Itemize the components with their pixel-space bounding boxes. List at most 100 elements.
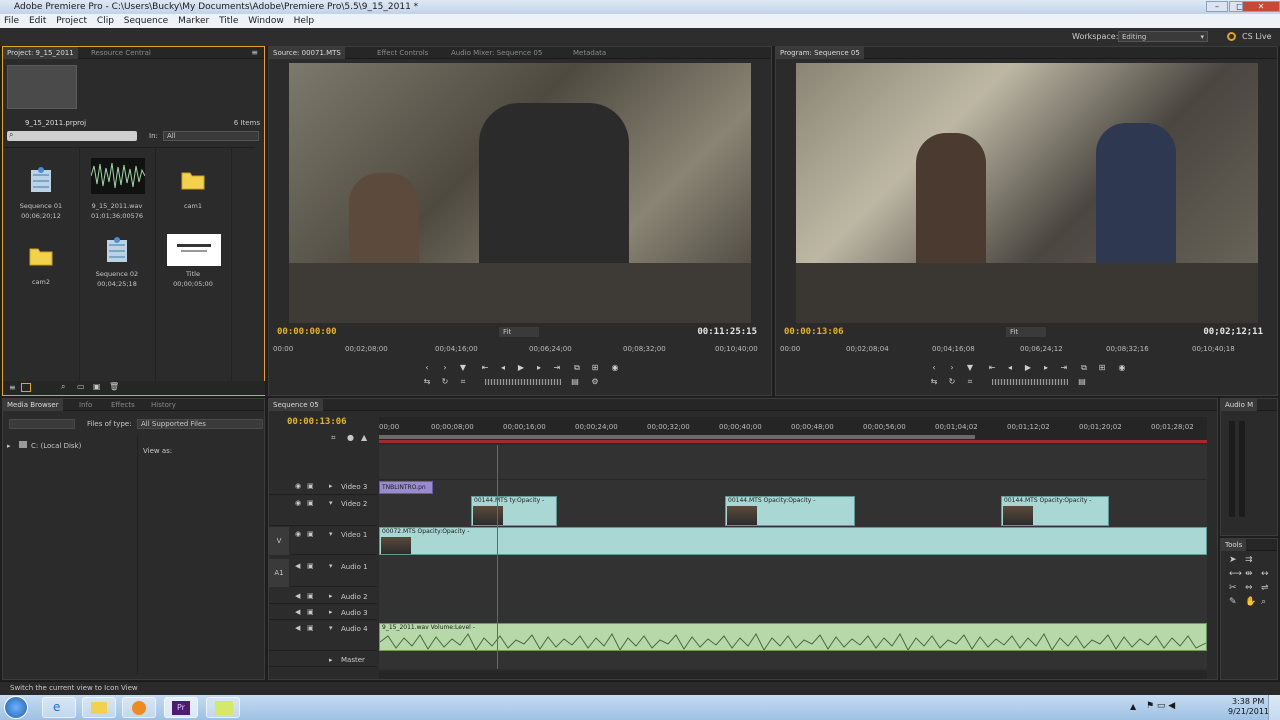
tab-history[interactable]: History	[147, 399, 180, 411]
timeline-ruler[interactable]: 00;00 00;00;08;00 00;00;16;00 00;00;24;0…	[379, 417, 1207, 443]
app-taskbar-icon[interactable]	[206, 697, 240, 718]
expand-triangle-icon[interactable]: ▸	[7, 442, 11, 450]
expand-triangle-icon[interactable]: ▾	[329, 499, 333, 507]
work-area-bar[interactable]	[379, 435, 975, 439]
menu-clip[interactable]: Clip	[97, 16, 114, 26]
eye-icon[interactable]: ◉	[295, 499, 301, 507]
menu-project[interactable]: Project	[56, 16, 87, 26]
title-clip[interactable]: TNBLINTRO.pn	[379, 481, 433, 494]
project-item[interactable]: Title 00;00;05;00	[155, 230, 231, 300]
snap-icon[interactable]: ⌗	[331, 433, 336, 443]
tab-tools[interactable]: Tools	[1221, 539, 1247, 551]
speaker-icon[interactable]: ◀	[295, 592, 300, 600]
play-in-to-out-icon[interactable]: ⇆	[421, 377, 433, 387]
loop-icon[interactable]: ↻	[439, 377, 451, 387]
tray-chevron-icon[interactable]: ▲	[1130, 702, 1136, 711]
go-to-in-icon[interactable]: ⇤	[986, 363, 998, 373]
project-item[interactable]: cam2	[3, 230, 79, 300]
timeline-scrollbar[interactable]	[379, 671, 1207, 679]
search-input[interactable]: ⌕	[7, 130, 137, 141]
menu-help[interactable]: Help	[294, 16, 315, 26]
add-marker-icon[interactable]: ▲	[361, 433, 367, 442]
lock-icon[interactable]: ▣	[307, 608, 314, 616]
new-bin-icon[interactable]: ▭	[77, 382, 85, 391]
close-button[interactable]: ✕	[1242, 1, 1280, 12]
source-patch-v[interactable]: V	[269, 527, 289, 555]
source-time-ruler[interactable]: 00:00 00;02;08;00 00;04;16;00 00;06;24;0…	[269, 341, 771, 355]
audio4-clip[interactable]: 9_15_2011.wav Volume:Level -	[379, 623, 1207, 651]
hand-tool-icon[interactable]: ✋	[1245, 597, 1256, 607]
video2-clip[interactable]: 00144.MTS ty:Opacity -	[471, 496, 557, 526]
lock-icon[interactable]: ▣	[307, 499, 314, 507]
pen-tool-icon[interactable]: ✎	[1229, 597, 1237, 607]
new-item-icon[interactable]: ▣	[93, 382, 101, 391]
menu-sequence[interactable]: Sequence	[124, 16, 168, 26]
mark-in-icon[interactable]: ‹	[421, 363, 433, 373]
slide-tool-icon[interactable]: ⇌	[1261, 583, 1269, 593]
find-icon[interactable]: ⌕	[61, 382, 65, 392]
speaker-icon[interactable]: ◀	[295, 608, 300, 616]
video2-clip[interactable]: 00144.MTS Opacity:Opacity -	[725, 496, 855, 526]
tab-media-browser[interactable]: Media Browser	[3, 399, 63, 411]
play-in-to-out-icon[interactable]: ⇆	[928, 377, 940, 387]
selection-tool-icon[interactable]: ➤	[1229, 555, 1237, 565]
export-frame-icon[interactable]: ◉	[609, 363, 621, 373]
files-of-type-select[interactable]: All Supported Files	[137, 419, 263, 429]
tab-project[interactable]: Project: 9_15_2011	[3, 47, 78, 59]
speaker-icon[interactable]: ◀	[295, 624, 300, 632]
overwrite-icon[interactable]: ⊞	[589, 363, 601, 373]
output-icon[interactable]: ▤	[569, 377, 581, 387]
start-button[interactable]	[4, 696, 28, 719]
set-marker-icon[interactable]: ▼	[457, 363, 469, 373]
tab-info[interactable]: Info	[75, 399, 96, 411]
track-select-tool-icon[interactable]: ⇉	[1245, 555, 1253, 565]
project-item[interactable]: 9_15_2011.wav 01;01;36;00576	[79, 154, 155, 224]
lock-icon[interactable]: ▣	[307, 482, 314, 490]
go-to-out-icon[interactable]: ⇥	[1058, 363, 1070, 373]
menu-edit[interactable]: Edit	[29, 16, 46, 26]
step-back-icon[interactable]: ◂	[1004, 363, 1016, 373]
step-forward-icon[interactable]: ▸	[1040, 363, 1052, 373]
tab-program[interactable]: Program: Sequence 05	[776, 47, 864, 59]
tab-audio-mixer[interactable]: Audio Mixer: Sequence 05	[447, 47, 546, 59]
timeline-tracks-area[interactable]: TNBLINTRO.pn 00144.MTS ty:Opacity - 0014…	[379, 445, 1207, 669]
menu-window[interactable]: Window	[248, 16, 284, 26]
expand-triangle-icon[interactable]: ▾	[329, 562, 333, 570]
list-view-icon[interactable]: ≡	[9, 383, 16, 392]
program-current-time[interactable]: 00:00:13:06	[784, 327, 844, 337]
set-marker-icon[interactable]: ▼	[964, 363, 976, 373]
media-player-taskbar-icon[interactable]	[122, 697, 156, 718]
ie-taskbar-icon[interactable]: e	[42, 697, 76, 718]
program-fit-select[interactable]: Fit	[1006, 327, 1046, 337]
tab-source[interactable]: Source: 00071.MTS	[269, 47, 345, 59]
loop-icon[interactable]: ↻	[946, 377, 958, 387]
source-fit-select[interactable]: Fit	[499, 327, 539, 337]
tab-sequence[interactable]: Sequence 05	[269, 399, 323, 411]
step-back-icon[interactable]: ◂	[497, 363, 509, 373]
play-icon[interactable]: ▶	[515, 363, 527, 373]
icon-view-icon[interactable]	[21, 383, 31, 392]
playhead-line[interactable]	[497, 445, 498, 669]
in-select[interactable]: All	[163, 131, 259, 141]
tab-audio-meters[interactable]: Audio M	[1221, 399, 1258, 411]
menu-marker[interactable]: Marker	[178, 16, 209, 26]
eye-icon[interactable]: ◉	[295, 530, 301, 538]
insert-icon[interactable]: ⧉	[571, 363, 583, 373]
lock-icon[interactable]: ▣	[307, 592, 314, 600]
expand-triangle-icon[interactable]: ▸	[329, 656, 333, 664]
tab-effect-controls[interactable]: Effect Controls	[373, 47, 432, 59]
ripple-edit-tool-icon[interactable]: ⟷	[1229, 569, 1242, 579]
clock-date[interactable]: 9/21/2011	[1228, 707, 1269, 716]
zoom-tool-icon[interactable]: ⌕	[1261, 597, 1266, 607]
mark-out-icon[interactable]: ›	[439, 363, 451, 373]
drive-select[interactable]	[9, 419, 75, 429]
source-patch-a1[interactable]: A1	[269, 559, 289, 587]
menu-file[interactable]: File	[4, 16, 19, 26]
export-frame-icon[interactable]: ◉	[1116, 363, 1128, 373]
source-current-time[interactable]: 00:00:00:00	[277, 327, 337, 337]
go-to-out-icon[interactable]: ⇥	[551, 363, 563, 373]
rate-stretch-tool-icon[interactable]: ↔	[1261, 569, 1269, 579]
explorer-taskbar-icon[interactable]	[82, 697, 116, 718]
timeline-current-time[interactable]: 00:00:13:06	[287, 417, 347, 427]
expand-triangle-icon[interactable]: ▸	[329, 592, 333, 600]
